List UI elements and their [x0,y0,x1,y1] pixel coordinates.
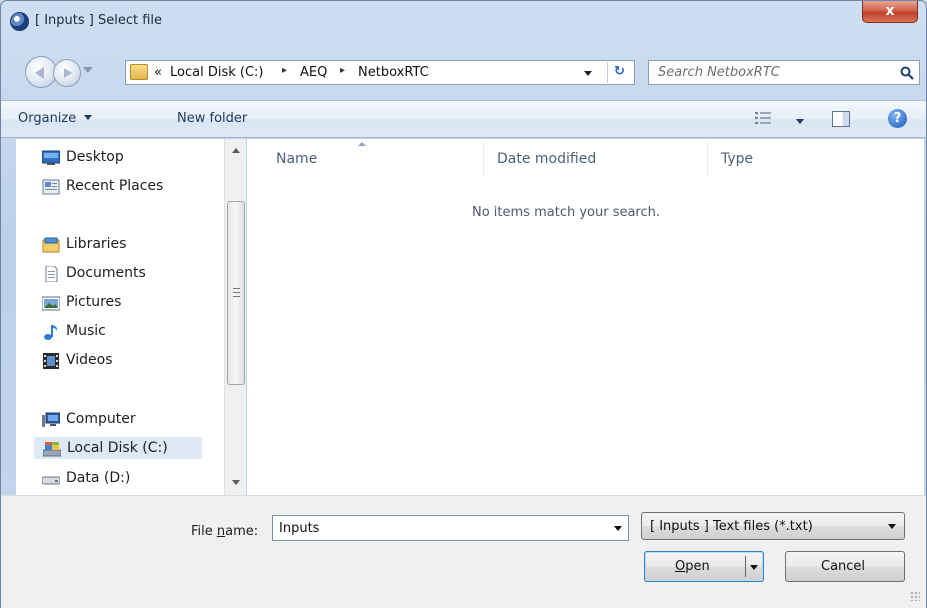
computer-icon [42,412,60,427]
recent-pages-dropdown-icon[interactable] [83,67,93,73]
nav-item-label: Local Disk (C:) [67,440,168,456]
file-type-filter-value: [ Inputs ] Text files (*.txt) [650,519,813,534]
nav-item-label: Videos [66,352,113,368]
cancel-button-label: Cancel [821,559,866,574]
address-dropdown-icon[interactable] [584,71,592,76]
breadcrumb-separator-icon[interactable]: ▸ [282,65,287,76]
cancel-button[interactable]: Cancel [785,551,905,582]
nav-item-label: Data (D:) [66,470,131,486]
nav-item-videos[interactable]: Videos [42,350,178,372]
nav-item-desktop[interactable]: Desktop [42,147,192,169]
desktop-icon [42,150,60,165]
file-name-accelerator: n [216,524,226,539]
column-header-name[interactable]: Name [276,151,317,167]
title-bar[interactable]: [ Inputs ] Select file x [1,1,926,41]
window-title: [ Inputs ] Select file [35,13,163,28]
close-button[interactable]: x [862,1,918,23]
nav-item-data-drive[interactable]: Data (D:) [42,468,192,490]
chevron-down-icon [84,115,93,120]
breadcrumb-local-disk[interactable]: Local Disk (C:) [170,65,263,80]
nav-item-label: Libraries [66,236,127,252]
open-accelerator: O [675,559,686,574]
pictures-icon [42,296,60,311]
nav-item-label: Documents [66,265,146,281]
nav-item-libraries[interactable]: Libraries [42,234,162,256]
search-icon[interactable] [900,66,914,80]
nav-item-label: Pictures [66,294,122,310]
column-divider[interactable] [707,143,708,177]
breadcrumb-separator-icon[interactable]: ▸ [340,65,345,76]
chevron-down-icon [888,524,896,529]
videos-icon [43,353,59,369]
open-button[interactable]: Open [644,551,764,582]
file-name-value[interactable]: Inputs [279,521,319,536]
refresh-icon[interactable]: ↻ [607,62,631,83]
drive-icon [42,476,60,485]
file-name-history-dropdown-icon[interactable] [614,526,622,531]
music-icon [44,325,58,340]
search-input[interactable]: Search NetboxRTC [648,60,920,85]
search-placeholder: Search NetboxRTC [658,65,780,80]
new-folder-button[interactable]: New folder [177,111,247,126]
nav-pane-scrollbar[interactable] [224,139,246,495]
change-view-icon[interactable] [755,111,771,125]
scroll-grip-icon [233,288,240,297]
scrollbar-thumb[interactable] [227,201,245,385]
preview-pane-icon[interactable] [832,111,850,127]
file-name-label: File name: [191,524,258,539]
column-header-type[interactable]: Type [721,151,753,167]
open-button-label: Open [675,559,710,574]
local-disk-icon [43,442,61,457]
nav-item-music[interactable]: Music [42,321,184,343]
nav-item-label: Desktop [66,149,124,165]
scroll-up-arrow-icon[interactable] [232,148,240,153]
file-name-label-post: ame: [225,524,259,539]
column-header-date-modified[interactable]: Date modified [497,151,596,167]
organize-label: Organize [18,111,77,126]
app-globe-icon [10,12,29,31]
empty-results-message: No items match your search. [472,205,661,220]
file-name-label-pre: File [191,524,217,539]
resize-grip-icon[interactable] [910,591,920,601]
file-name-field[interactable]: Inputs [272,515,629,541]
command-bar: Organize New folder [1,100,926,138]
file-type-filter-select[interactable]: [ Inputs ] Text files (*.txt) [641,512,905,540]
breadcrumb-aeq[interactable]: AEQ [300,65,327,80]
column-divider[interactable] [483,143,484,177]
nav-item-documents[interactable]: Documents [42,263,198,285]
forward-button[interactable] [53,59,81,87]
address-overflow-chevron[interactable]: « [154,65,162,80]
scroll-down-arrow-icon[interactable] [232,480,240,485]
select-file-dialog: [ Inputs ] Select file x « Local Disk (C… [0,0,927,608]
nav-item-label: Recent Places [66,178,164,194]
address-bar[interactable]: « Local Disk (C:) ▸ AEQ ▸ NetboxRTC [125,60,635,85]
back-arrow-icon [35,67,44,79]
libraries-icon [42,237,60,253]
documents-icon [45,266,58,282]
open-label-rest: pen [685,559,710,574]
open-options-dropdown-icon[interactable] [750,565,758,570]
view-options-chevron-icon[interactable] [796,119,804,124]
sort-ascending-icon [358,142,366,146]
folder-icon [130,64,148,80]
nav-item-recent-places[interactable]: Recent Places [42,176,196,198]
nav-item-pictures[interactable]: Pictures [42,292,174,314]
forward-arrow-icon [64,68,72,78]
help-icon[interactable]: ? [888,109,907,128]
nav-item-label: Computer [66,411,136,427]
split-divider [745,556,746,577]
recent-places-icon [42,179,60,195]
breadcrumb-netboxrtc[interactable]: NetboxRTC [358,65,429,80]
navigation-pane: Desktop Recent Places Libraries Document… [16,139,246,495]
file-list-view[interactable]: Name Date modified Type No items match y… [247,139,924,495]
nav-item-computer[interactable]: Computer [42,409,172,431]
organize-button[interactable]: Organize [18,111,93,126]
nav-item-local-disk[interactable]: Local Disk (C:) [34,437,202,459]
nav-item-label: Music [66,323,106,339]
